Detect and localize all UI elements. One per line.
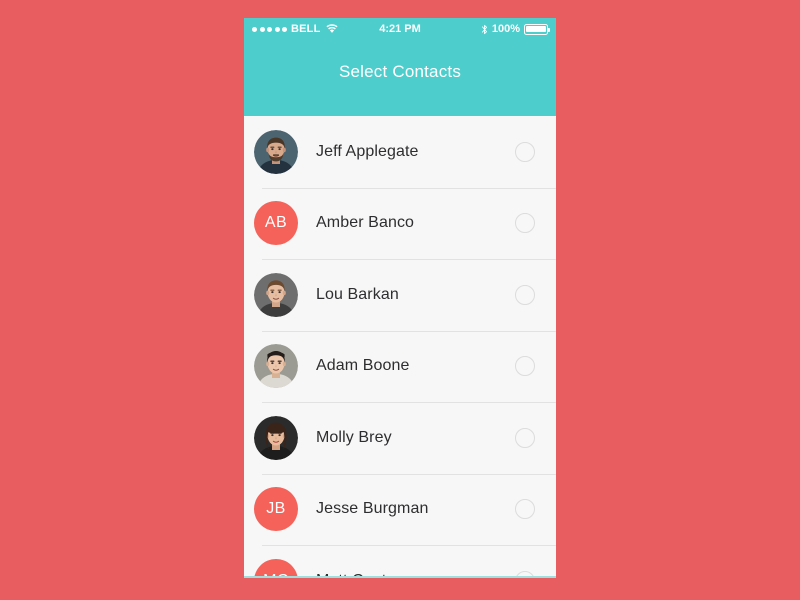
carrier-label: BELL [291,22,321,35]
status-bar: BELL 4:21 PM 100% [244,18,556,40]
contact-list[interactable]: Jeff Applegate AB Amber Banco Lou Barkan… [244,116,556,578]
contact-select-checkbox[interactable] [515,141,535,162]
contact-name: Amber Banco [316,214,415,232]
contact-name: Adam Boone [316,357,410,375]
battery-percent-label: 100% [491,22,520,35]
signal-strength-icon [252,26,287,32]
battery-icon [524,23,551,35]
bluetooth-icon [481,24,488,35]
avatar-photo-lou-barkan [254,272,298,317]
contact-name: Lou Barkan [316,285,399,303]
avatar-initials-amber-banco: AB [254,201,298,246]
contact-name: Jesse Burgman [316,500,429,518]
contact-row[interactable]: Jeff Applegate [244,116,556,188]
contact-row[interactable]: Lou Barkan [244,259,556,331]
contact-select-checkbox[interactable] [515,284,535,305]
phone-screen: BELL 4:21 PM 100% Select Contacts Jeff A… [244,18,556,578]
wifi-icon [325,24,338,34]
avatar-photo-molly-brey [254,415,298,460]
status-bar-right: 100% [481,22,551,35]
contact-select-checkbox[interactable] [515,356,535,377]
contact-select-checkbox[interactable] [515,499,535,520]
contact-row[interactable]: MCMatt Cantor [244,545,556,578]
contact-select-checkbox[interactable] [515,213,535,234]
avatar-initials-jesse-burgman: JB [254,487,298,532]
contact-row[interactable]: JB Jesse Burgman [244,473,556,545]
contact-row[interactable]: Molly Brey [244,402,556,474]
contact-select-checkbox[interactable] [515,427,535,448]
contact-row[interactable]: AB Amber Banco [244,187,556,259]
contact-row[interactable]: Adam Boone [244,330,556,402]
screen-bottom-edge [244,576,556,578]
status-bar-left: BELL [252,22,338,35]
avatar-initials-label: JB [266,500,286,518]
contact-name: Molly Brey [316,428,392,446]
avatar-photo-adam-boone [254,344,298,389]
avatar-initials-label: AB [264,214,288,232]
canvas-background: BELL 4:21 PM 100% Select Contacts Jeff A… [0,0,800,600]
navigation-bar: Select Contacts [244,40,556,116]
page-title: Select Contacts [338,62,462,81]
contact-name: Jeff Applegate [316,142,419,160]
avatar-photo-jeff-applegate [254,129,298,174]
